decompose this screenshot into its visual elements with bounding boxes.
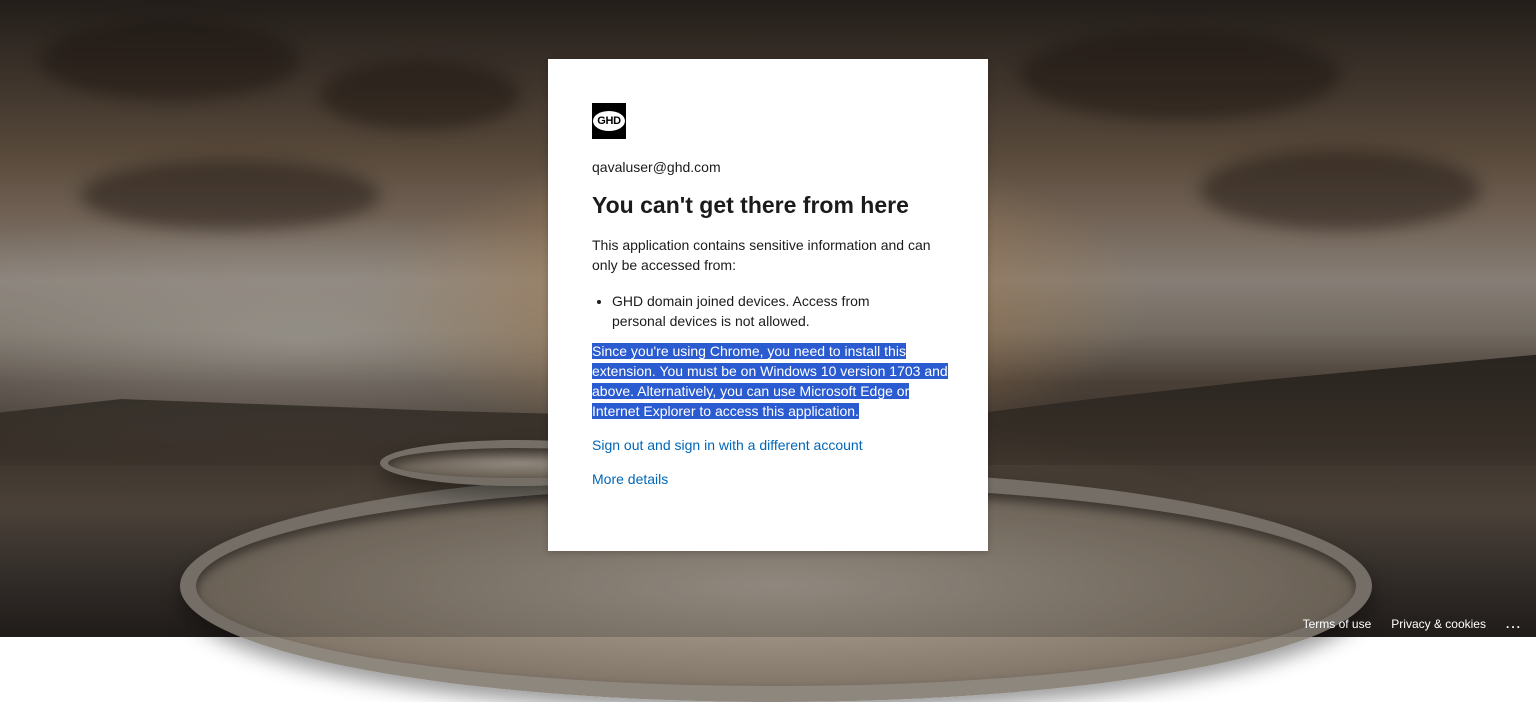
selected-text-block: Since you're using Chrome, you need to i…: [592, 341, 948, 421]
footer: Terms of use Privacy & cookies ...: [1303, 617, 1522, 631]
logo-text: GHD: [597, 115, 621, 127]
more-details-link[interactable]: More details: [592, 471, 944, 487]
description-text: This application contains sensitive info…: [592, 237, 931, 273]
selected-extension-text: Since you're using Chrome, you need to i…: [592, 343, 948, 419]
privacy-cookies-link[interactable]: Privacy & cookies: [1391, 617, 1486, 631]
more-options-icon[interactable]: ...: [1506, 617, 1522, 631]
page-title: You can't get there from here: [592, 192, 909, 218]
ghd-logo: GHD: [592, 103, 626, 139]
error-card: GHD qavaluser@ghd.com You can't get ther…: [548, 59, 988, 551]
sign-out-link[interactable]: Sign out and sign in with a different ac…: [592, 437, 944, 453]
access-requirements-list: GHD domain joined devices. Access from p…: [592, 291, 944, 331]
terms-of-use-link[interactable]: Terms of use: [1303, 617, 1372, 631]
list-item: GHD domain joined devices. Access from p…: [612, 291, 912, 331]
account-identity: qavaluser@ghd.com: [592, 159, 721, 175]
